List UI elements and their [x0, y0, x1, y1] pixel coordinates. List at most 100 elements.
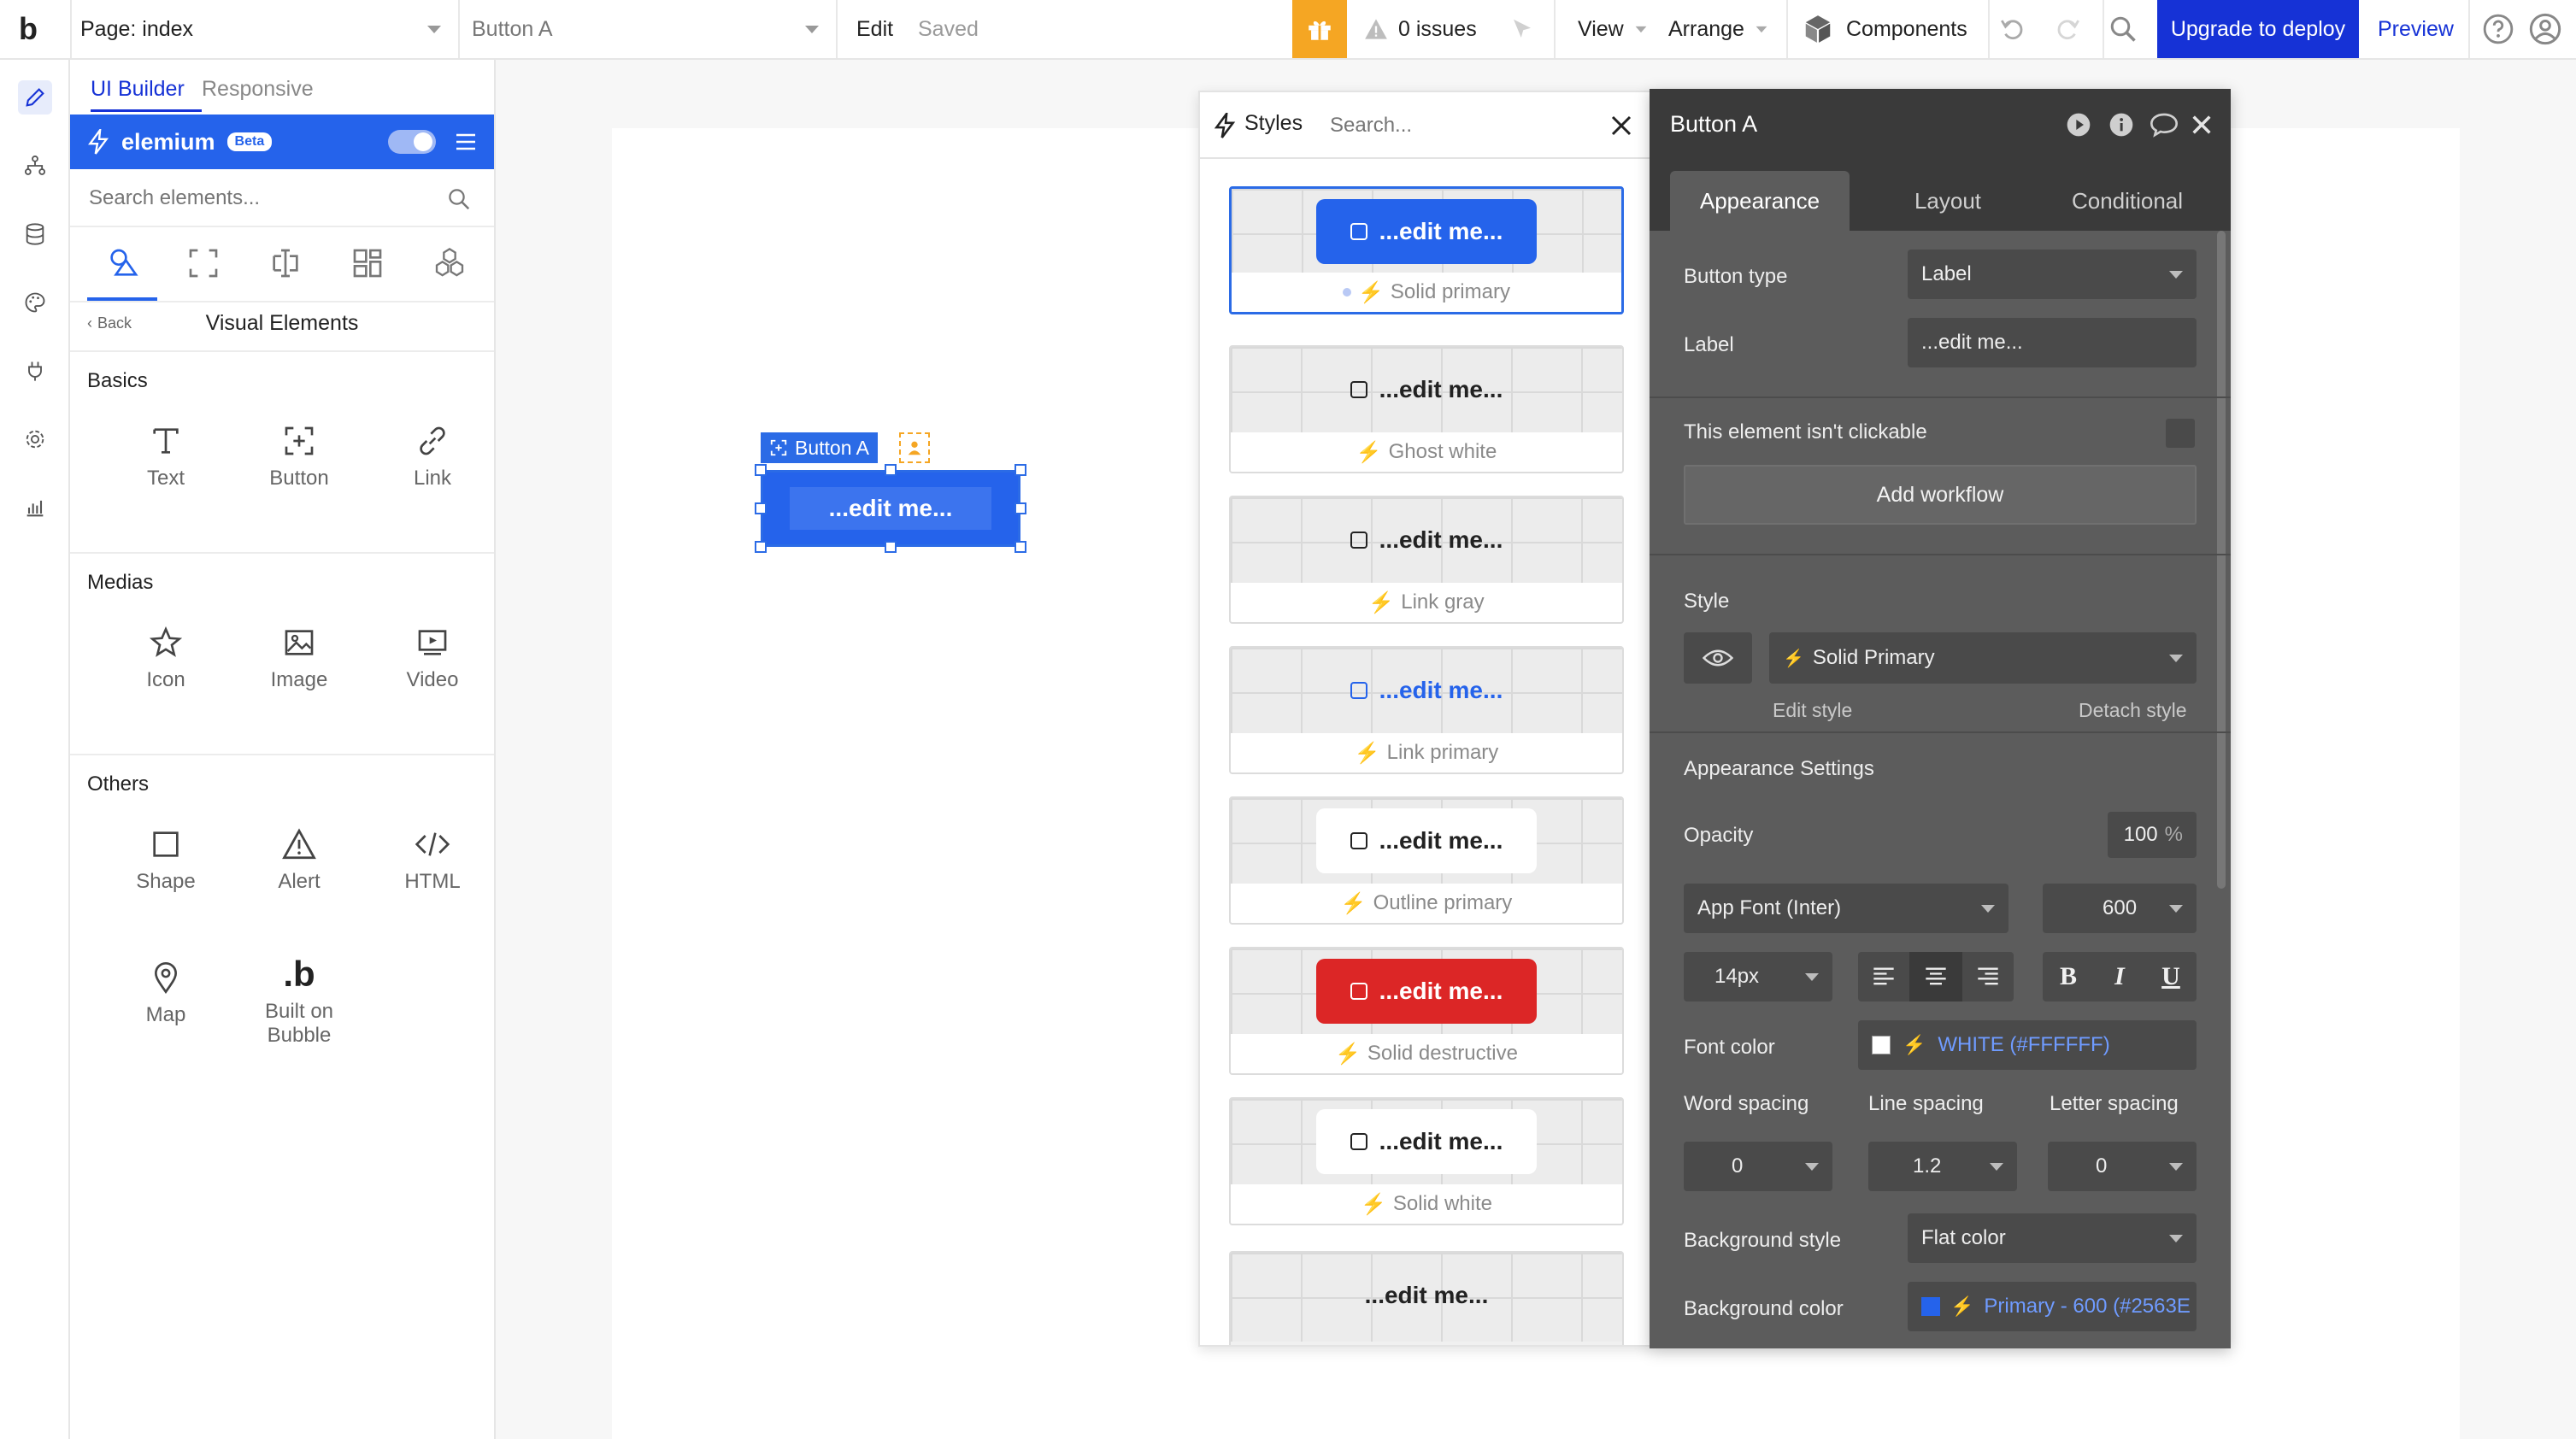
- style-card-ghost-white[interactable]: ...edit me... ⚡ Ghost white: [1229, 345, 1624, 473]
- font-color-picker[interactable]: ⚡ WHITE (#FFFFFF): [1858, 1020, 2197, 1070]
- element-image[interactable]: Image: [248, 617, 350, 692]
- upgrade-to-deploy-button[interactable]: Upgrade to deploy: [2157, 0, 2359, 58]
- tab-appearance[interactable]: Appearance: [1670, 171, 1850, 231]
- resize-handle[interactable]: [755, 502, 767, 514]
- element-icon[interactable]: Icon: [115, 617, 217, 692]
- selection-label[interactable]: Button A: [761, 432, 878, 463]
- tab-ui-builder[interactable]: UI Builder: [91, 72, 185, 106]
- logs-tab[interactable]: [18, 490, 52, 525]
- align-right-button[interactable]: [1962, 952, 2014, 1001]
- resize-handle[interactable]: [885, 464, 897, 476]
- add-workflow-button[interactable]: Add workflow: [1684, 465, 2197, 525]
- workflow-tab[interactable]: [18, 149, 52, 183]
- resize-handle[interactable]: [1015, 541, 1026, 553]
- components-button[interactable]: Components: [1802, 0, 1967, 58]
- design-tab[interactable]: [18, 80, 52, 115]
- font-family-select[interactable]: App Font (Inter): [1684, 884, 2008, 933]
- page-select[interactable]: Page: index: [80, 0, 450, 58]
- element-map[interactable]: Map: [115, 952, 217, 1027]
- underline-button[interactable]: U: [2145, 952, 2197, 1001]
- data-tab[interactable]: [18, 217, 52, 251]
- resize-handle[interactable]: [755, 541, 767, 553]
- element-html[interactable]: HTML: [381, 819, 484, 894]
- tab-conditional[interactable]: Conditional: [2038, 171, 2217, 231]
- detach-style-link[interactable]: Detach style: [2079, 699, 2187, 722]
- close-icon[interactable]: [1609, 113, 1634, 138]
- element-text[interactable]: Text: [115, 415, 217, 490]
- tab-responsive[interactable]: Responsive: [202, 72, 314, 106]
- comment-icon[interactable]: [2149, 111, 2179, 138]
- issues-indicator[interactable]: 0 issues: [1364, 0, 1477, 58]
- preview-button[interactable]: Preview: [2378, 0, 2454, 58]
- plugins-tab[interactable]: [18, 354, 52, 388]
- account-button[interactable]: [2528, 0, 2562, 58]
- menu-button[interactable]: [455, 132, 477, 152]
- undo-button[interactable]: [1998, 0, 2027, 58]
- category-containers[interactable]: [186, 246, 221, 280]
- edit-menu[interactable]: Edit: [856, 0, 893, 58]
- resize-handle[interactable]: [755, 464, 767, 476]
- arrange-menu[interactable]: Arrange: [1668, 0, 1768, 58]
- element-link[interactable]: Link: [381, 415, 484, 490]
- close-icon[interactable]: [2190, 113, 2214, 137]
- style-card-extra[interactable]: ...edit me...: [1229, 1251, 1624, 1345]
- bg-style-select[interactable]: Flat color: [1908, 1213, 2197, 1263]
- tab-layout[interactable]: Layout: [1858, 171, 2038, 231]
- font-size-select[interactable]: 14px: [1684, 952, 1832, 1001]
- bubble-logo[interactable]: b: [19, 0, 38, 58]
- redo-button[interactable]: [2053, 0, 2082, 58]
- play-icon[interactable]: [2065, 111, 2092, 138]
- edit-style-link[interactable]: Edit style: [1773, 699, 1852, 722]
- styles-tab[interactable]: [18, 285, 52, 320]
- category-visual[interactable]: [106, 246, 140, 280]
- style-card-outline-primary[interactable]: ...edit me... ⚡ Outline primary: [1229, 796, 1624, 925]
- help-button[interactable]: [2482, 0, 2514, 58]
- view-menu-label: View: [1578, 16, 1624, 41]
- settings-tab[interactable]: [18, 422, 52, 456]
- category-inputs[interactable]: [268, 246, 303, 280]
- letter-spacing-select[interactable]: 0: [2048, 1142, 2197, 1191]
- element-video[interactable]: Video: [381, 617, 484, 692]
- search-input[interactable]: [87, 178, 446, 219]
- line-spacing-select[interactable]: 1.2: [1868, 1142, 2017, 1191]
- not-clickable-checkbox[interactable]: [2166, 419, 2195, 448]
- styles-search-input[interactable]: [1328, 106, 1585, 145]
- view-menu[interactable]: View: [1578, 0, 1648, 58]
- element-button[interactable]: Button: [248, 415, 350, 490]
- element-select[interactable]: Button A: [472, 0, 819, 58]
- scrollbar-thumb[interactable]: [2217, 231, 2226, 889]
- font-weight-select[interactable]: 600: [2043, 884, 2197, 933]
- label-input[interactable]: ...edit me...: [1908, 318, 2197, 367]
- preview-style-button[interactable]: [1684, 632, 1752, 684]
- bg-color-picker[interactable]: ⚡ Primary - 600 (#2563E: [1908, 1282, 2197, 1331]
- style-card-solid-primary[interactable]: ...edit me... ⚡ Solid primary: [1229, 186, 1624, 314]
- gift-button[interactable]: [1292, 0, 1347, 58]
- style-card-link-gray[interactable]: ...edit me... ⚡ Link gray: [1229, 496, 1624, 624]
- align-left-button[interactable]: [1858, 952, 1909, 1001]
- element-alert[interactable]: Alert: [248, 819, 350, 894]
- style-card-solid-destructive[interactable]: ...edit me... ⚡ Solid destructive: [1229, 947, 1624, 1075]
- pointer-tool-button[interactable]: [1509, 0, 1535, 58]
- style-card-link-primary[interactable]: ...edit me... ⚡ Link primary: [1229, 646, 1624, 774]
- plugin-toggle[interactable]: [388, 130, 436, 154]
- resize-handle[interactable]: [1015, 464, 1026, 476]
- style-select[interactable]: ⚡ Solid Primary: [1769, 632, 2197, 684]
- element-shape[interactable]: Shape: [115, 819, 217, 894]
- button-type-select[interactable]: Label: [1908, 250, 2197, 299]
- category-components[interactable]: [432, 246, 467, 280]
- resize-handle[interactable]: [1015, 502, 1026, 514]
- italic-button[interactable]: I: [2094, 952, 2145, 1001]
- component-badge[interactable]: [899, 432, 930, 463]
- search-button[interactable]: [2108, 0, 2138, 58]
- resize-handle[interactable]: [885, 541, 897, 553]
- align-center-button[interactable]: [1909, 952, 1962, 1001]
- element-built-on-bubble[interactable]: .b Built on Bubble: [248, 949, 350, 1048]
- category-reusables[interactable]: [350, 246, 385, 280]
- style-card-solid-white[interactable]: ...edit me... ⚡ Solid white: [1229, 1097, 1624, 1225]
- canvas-button[interactable]: ...edit me...: [761, 470, 1020, 547]
- hamburger-icon: [456, 133, 475, 150]
- bold-button[interactable]: B: [2043, 952, 2094, 1001]
- opacity-input[interactable]: 100 %: [2108, 812, 2197, 858]
- info-icon[interactable]: [2108, 111, 2135, 138]
- word-spacing-select[interactable]: 0: [1684, 1142, 1832, 1191]
